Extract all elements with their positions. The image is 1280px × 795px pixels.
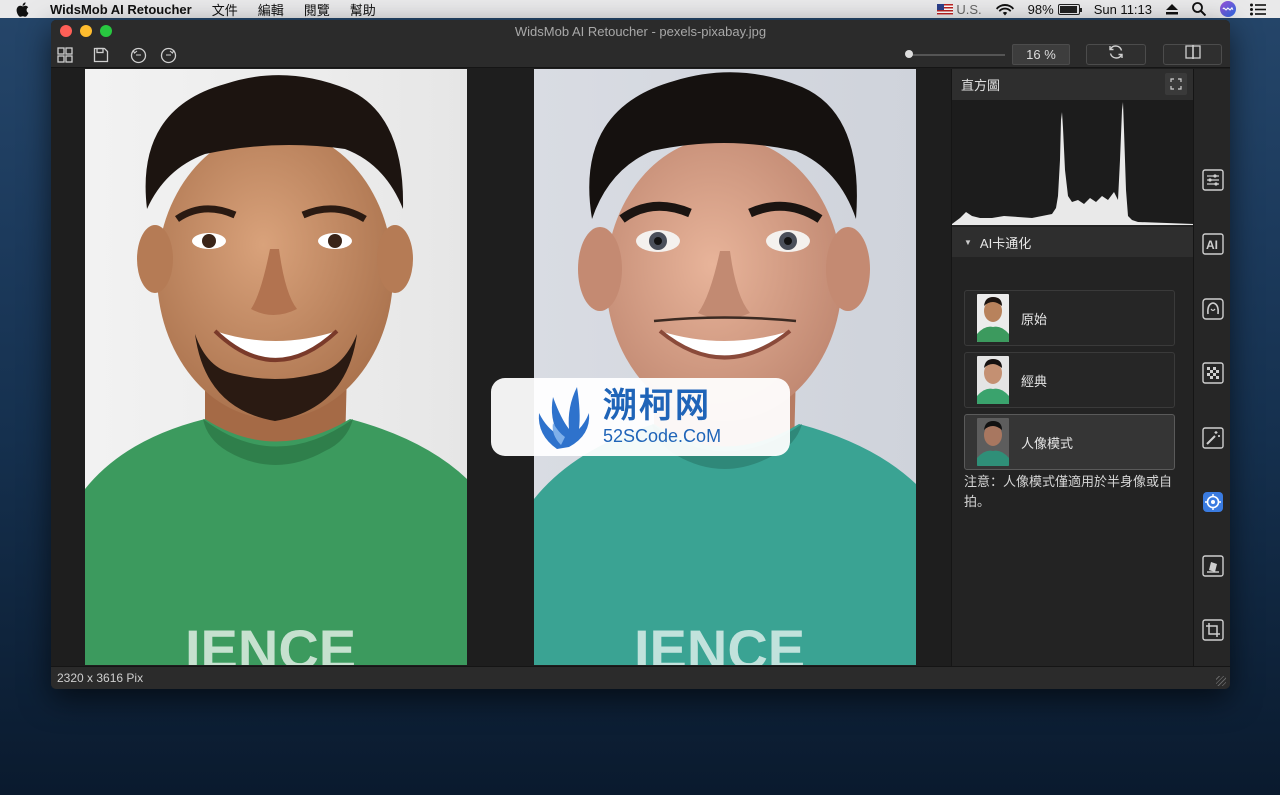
rotate-left-icon[interactable] — [128, 45, 148, 65]
app-window: WidsMob AI Retoucher - pexels-pixabay.jp… — [51, 20, 1230, 689]
histogram-header: 直方圖 — [952, 69, 1193, 100]
svg-text:AI: AI — [1206, 238, 1218, 252]
portrait-mode-note: 注意：人像模式僅適用於半身像或自拍。 — [964, 474, 1173, 509]
expand-icon[interactable] — [1165, 73, 1187, 95]
window-controls — [60, 25, 120, 37]
image-dimensions: 2320 x 3616 Pix — [57, 671, 144, 685]
menu-bar: WidsMob AI Retoucher 文件 編輯 閱覽 幫助 U.S. 98… — [0, 0, 1280, 18]
zoom-window-button[interactable] — [100, 25, 112, 37]
watermark-overlay: 溯柯网 52SCode.CoM — [491, 378, 790, 456]
menu-help[interactable]: 幫助 — [350, 0, 376, 19]
histogram-title: 直方圖 — [961, 78, 1001, 93]
battery-status[interactable]: 98% — [1027, 1, 1082, 17]
watermark-title: 溯柯网 — [603, 387, 711, 425]
style-thumbnail — [977, 356, 1009, 404]
collapse-triangle-icon[interactable]: ▼ — [964, 238, 972, 247]
svg-text:IENCE: IENCE — [185, 618, 356, 665]
split-view-icon — [1184, 45, 1201, 64]
grid-view-icon[interactable] — [55, 45, 75, 65]
battery-icon — [1057, 3, 1082, 15]
style-label-classic: 經典 — [1021, 373, 1048, 389]
apple-icon[interactable] — [16, 1, 30, 17]
style-thumbnail — [977, 418, 1009, 466]
tool-strip: AI — [1193, 69, 1230, 666]
wing-logo-icon — [529, 383, 593, 451]
style-card-portrait[interactable]: 人像模式 — [964, 414, 1175, 470]
menu-view[interactable]: 閱覽 — [304, 0, 330, 19]
magic-wand-icon[interactable] — [1201, 426, 1225, 450]
adjust-icon[interactable] — [1201, 168, 1225, 192]
app-menu[interactable]: WidsMob AI Retoucher — [50, 2, 192, 17]
input-source-label: U.S. — [956, 1, 982, 17]
siri-icon[interactable] — [1220, 1, 1236, 17]
wifi-icon[interactable] — [995, 3, 1014, 16]
title-bar[interactable]: WidsMob AI Retoucher - pexels-pixabay.jp… — [51, 20, 1230, 42]
close-window-button[interactable] — [60, 25, 72, 37]
resize-grip-icon[interactable] — [1216, 676, 1226, 686]
battery-percent: 98% — [1027, 1, 1054, 17]
reset-button[interactable] — [1086, 44, 1146, 65]
style-label-portrait: 人像模式 — [1021, 435, 1074, 451]
zoom-value-field[interactable]: 16 % — [1012, 44, 1070, 65]
original-photo[interactable]: IENCE — [85, 69, 467, 665]
notification-center-icon[interactable] — [1250, 3, 1266, 16]
image-canvas[interactable]: IENCE IENCE 溯柯网 52SCode.CoM — [51, 69, 949, 666]
toolbar: 16 % — [51, 42, 1230, 68]
cartoon-photo[interactable]: IENCE — [534, 69, 916, 665]
side-panel: 直方圖 ▼ AI卡通化 原始 經典 人像模式 注意：人像模式僅適用於半身像或自拍… — [951, 69, 1194, 666]
stamp-icon[interactable] — [1201, 554, 1225, 578]
ai-icon[interactable]: AI — [1201, 232, 1225, 256]
minimize-window-button[interactable] — [80, 25, 92, 37]
style-card-classic[interactable]: 經典 — [964, 352, 1175, 408]
zoom-slider-knob[interactable] — [905, 50, 913, 58]
refresh-icon — [1108, 44, 1124, 65]
crop-icon[interactable] — [1201, 618, 1225, 642]
clock[interactable]: Sun 11:13 — [1094, 2, 1152, 17]
mosaic-icon[interactable] — [1201, 361, 1225, 385]
eject-icon[interactable] — [1166, 3, 1178, 15]
style-card-original[interactable]: 原始 — [964, 290, 1175, 346]
zoom-slider-track[interactable] — [907, 54, 1005, 56]
style-thumbnail — [977, 294, 1009, 342]
section-title: AI卡通化 — [979, 235, 1032, 251]
face-icon[interactable] — [1201, 297, 1225, 321]
compare-view-button[interactable] — [1163, 44, 1222, 65]
watermark-text: 溯柯网 52SCode.CoM — [603, 387, 721, 447]
status-bar: 2320 x 3616 Pix — [51, 666, 1230, 689]
histogram-chart — [952, 100, 1194, 225]
watermark-url: 52SCode.CoM — [603, 426, 722, 446]
cartoon-icon[interactable] — [1201, 490, 1225, 514]
svg-text:IENCE: IENCE — [634, 618, 805, 665]
menu-file[interactable]: 文件 — [212, 0, 238, 19]
save-icon[interactable] — [91, 45, 111, 65]
us-flag-icon — [937, 3, 954, 15]
menu-edit[interactable]: 編輯 — [258, 0, 284, 19]
rotate-right-icon[interactable] — [158, 45, 178, 65]
input-source-menu[interactable]: U.S. — [937, 1, 982, 17]
cartoon-section-header[interactable]: ▼ AI卡通化 — [952, 227, 1193, 257]
style-label-original: 原始 — [1021, 311, 1048, 327]
window-title: WidsMob AI Retoucher - pexels-pixabay.jp… — [514, 23, 767, 39]
spotlight-search-icon[interactable] — [1192, 2, 1206, 16]
